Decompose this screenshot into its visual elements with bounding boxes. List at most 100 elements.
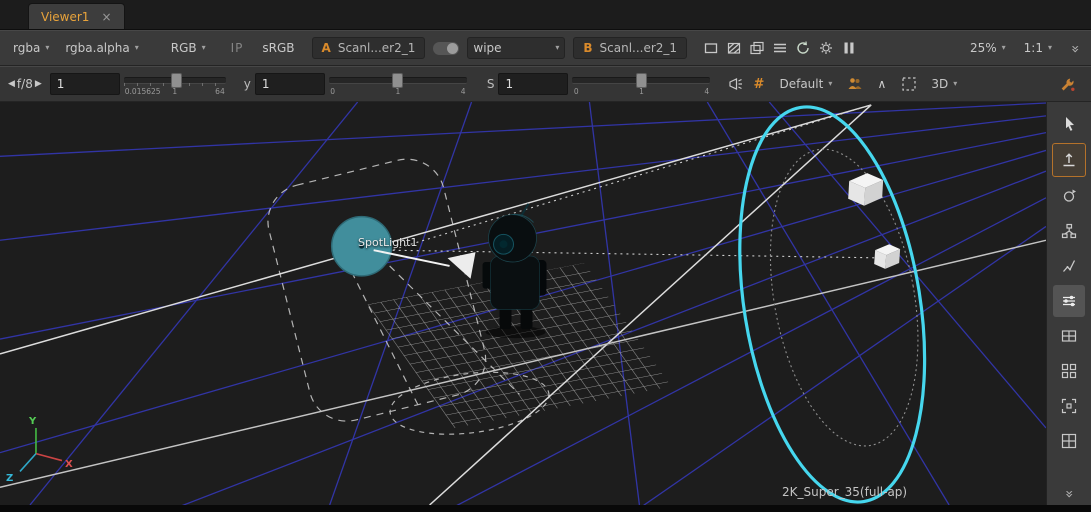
display-mode-dropdown[interactable]: RGB ▾: [166, 38, 211, 58]
axis-y-label: Y: [29, 416, 36, 427]
chevron-down-icon: ▾: [135, 44, 139, 52]
viewer-colorspace-dropdown[interactable]: sRGB: [257, 38, 299, 58]
viewport-3d[interactable]: SpotLight1 2K_Super_35(full-ap) Y X Z: [0, 102, 1046, 505]
grid-preset-dropdown[interactable]: Default ▾: [774, 74, 837, 94]
frame-all-button[interactable]: [1053, 390, 1085, 422]
roi-icon: [703, 40, 719, 56]
bottom-strip: [0, 505, 1091, 512]
contact-sheet-button[interactable]: [1053, 320, 1085, 352]
rotate-tool-button[interactable]: [1053, 180, 1085, 212]
input-process-button[interactable]: IP: [225, 38, 250, 58]
interpolation-toggle[interactable]: ∧: [870, 72, 893, 96]
nuke-viewer-window: Viewer1 × rgba ▾ rgba.alpha ▾ RGB ▾ IP s…: [0, 0, 1091, 512]
gain-slider-handle[interactable]: [171, 73, 182, 88]
gamma-tick-min: 0: [330, 87, 335, 96]
zoom-level-dropdown[interactable]: 25% ▾: [965, 38, 1011, 58]
wipe-mode-value: wipe: [473, 41, 501, 55]
fstop-next-button[interactable]: ▶: [33, 76, 44, 92]
gamma-slider[interactable]: 0 1 4: [329, 70, 467, 98]
refresh-button[interactable]: [791, 36, 814, 60]
axis-gizmo: [20, 428, 62, 471]
channels-dropdown[interactable]: rgba ▾: [8, 38, 54, 58]
tab-viewer1-label: Viewer1: [41, 10, 89, 24]
chevron-down-icon: ▾: [1048, 44, 1052, 52]
frames-button[interactable]: [745, 36, 768, 60]
refresh-icon: [795, 40, 811, 56]
roi-button[interactable]: [699, 36, 722, 60]
chevron-down-icon: ▾: [202, 44, 206, 52]
wireframe-grid-toggle[interactable]: #: [747, 72, 770, 96]
saturation-input[interactable]: 1: [498, 73, 568, 95]
pixel-aspect-value: 1:1: [1024, 41, 1043, 55]
curve-zigzag-icon: [1061, 258, 1077, 274]
lighting-toggle-icon: [728, 76, 744, 92]
tile-window-icon: [1061, 433, 1077, 449]
tile-view-button[interactable]: [1053, 425, 1085, 457]
gain-tick-min: 0.015625: [125, 87, 161, 96]
frame-corners-icon: [1061, 398, 1077, 414]
pixel-aspect-dropdown[interactable]: 1:1 ▾: [1019, 38, 1057, 58]
viewer-main-area: SpotLight1 2K_Super_35(full-ap) Y X Z: [0, 102, 1091, 505]
show-cameras-toggle[interactable]: [843, 72, 866, 96]
gamma-label: y: [244, 77, 251, 91]
format-label: 2K_Super_35(full-ap): [782, 485, 907, 499]
tab-viewer1[interactable]: Viewer1 ×: [28, 3, 125, 29]
saturation-slider[interactable]: 0 1 4: [572, 70, 710, 98]
gain-tick-mid: 1: [172, 87, 177, 96]
connection-tool-button[interactable]: [1053, 250, 1085, 282]
display-dropdown-value: RGB: [171, 41, 197, 55]
alpha-channel-dropdown[interactable]: rgba.alpha ▾: [60, 38, 143, 58]
scene-lighting-toggle[interactable]: [724, 72, 747, 96]
wipe-mode-dropdown[interactable]: wipe ▾: [467, 37, 565, 59]
pause-render-button[interactable]: [814, 36, 837, 60]
channels-dropdown-value: rgba: [13, 41, 40, 55]
halt-button[interactable]: [837, 36, 860, 60]
viewer-tools-button[interactable]: [1056, 72, 1079, 96]
scene-graph-button[interactable]: [1053, 215, 1085, 247]
input-b-dropdown[interactable]: B Scanl...er2_1: [573, 37, 687, 59]
input-b-value: Scanl...er2_1: [600, 41, 678, 55]
fstop-prev-button[interactable]: ◀: [6, 76, 17, 92]
saturation-tick-min: 0: [574, 87, 579, 96]
grid-preset-value: Default: [779, 77, 823, 91]
saturation-tick-mid: 1: [639, 87, 644, 96]
gamma-input[interactable]: 1: [255, 73, 325, 95]
horizontal-lines-icon: [772, 40, 788, 56]
chevron-down-icon: ▾: [953, 80, 957, 88]
scene-3d-canvas[interactable]: [0, 102, 1046, 505]
gamma-tick-mid: 1: [395, 87, 400, 96]
colorspace-value: sRGB: [262, 41, 294, 55]
collapse-sidebar-chevrons-icon[interactable]: »: [1061, 485, 1077, 501]
view-mode-dropdown[interactable]: 3D ▾: [926, 74, 992, 94]
tab-close-icon[interactable]: ×: [101, 10, 111, 24]
marquee-select-icon: [901, 76, 917, 92]
chevron-down-icon: ▾: [1002, 44, 1006, 52]
gain-slider[interactable]: 0.015625 1 64: [124, 70, 226, 98]
scene-graph-icon: [1061, 223, 1077, 239]
light-ring-cyan: [714, 102, 951, 505]
marquee-select-toggle[interactable]: [897, 72, 920, 96]
vertex-cube-right: [874, 244, 900, 269]
chevron-down-icon: ▾: [828, 80, 832, 88]
chevron-down-icon: ▾: [45, 44, 49, 52]
wipe-blend-toggle[interactable]: [433, 42, 459, 55]
layout-grid-button[interactable]: [1053, 355, 1085, 387]
dotted-link-lines: [385, 105, 893, 258]
gain-input[interactable]: 1: [50, 73, 120, 95]
viewer-settings-button[interactable]: [1053, 285, 1085, 317]
saturation-slider-handle[interactable]: [636, 73, 647, 88]
translate-tool-button[interactable]: [1052, 143, 1086, 177]
overlapping-frames-icon: [749, 40, 765, 56]
pause-icon: [841, 40, 857, 56]
zoom-level-value: 25%: [970, 41, 997, 55]
input-a-dropdown[interactable]: A Scanl...er2_1: [312, 37, 426, 59]
saturation-tick-max: 4: [704, 87, 709, 96]
list-button[interactable]: [768, 36, 791, 60]
people-icon: [847, 76, 863, 92]
proxy-button[interactable]: [722, 36, 745, 60]
select-tool-button[interactable]: [1053, 108, 1085, 140]
gear-icon: [818, 40, 834, 56]
gamma-slider-handle[interactable]: [392, 73, 403, 88]
contact-sheet-icon: [1061, 328, 1077, 344]
collapse-toolbar-chevrons-icon[interactable]: »: [1067, 40, 1083, 56]
